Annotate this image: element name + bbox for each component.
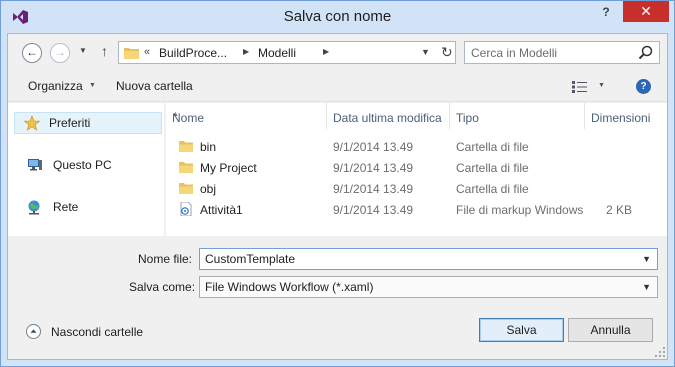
- forward-button[interactable]: →: [50, 43, 70, 63]
- nav-item-label: Questo PC: [53, 158, 112, 172]
- chevron-right-icon[interactable]: ▶: [323, 47, 329, 56]
- hide-folders-label[interactable]: Nascondi cartelle: [51, 325, 143, 339]
- column-header-type[interactable]: Tipo: [450, 103, 585, 129]
- file-list: ▲ Nome Data ultima modifica Tipo Dimensi…: [166, 103, 667, 236]
- address-overflow[interactable]: «: [144, 46, 150, 58]
- star-icon: [24, 115, 40, 131]
- address-bar[interactable]: « BuildProce... ▶ Modelli ▶ ▼ ↻: [118, 41, 456, 64]
- chevron-right-icon[interactable]: ▶: [243, 47, 249, 56]
- search-icon[interactable]: [638, 45, 653, 60]
- filename-label: Nome file:: [138, 252, 193, 266]
- save-button[interactable]: Salva: [479, 318, 564, 342]
- column-header-modified[interactable]: Data ultima modifica: [327, 103, 450, 129]
- up-button[interactable]: ↑: [101, 43, 108, 59]
- file-row[interactable]: obj 9/1/2014 13.49 Cartella di file: [166, 178, 667, 199]
- chevron-down-icon[interactable]: ▼: [642, 254, 651, 264]
- organize-button[interactable]: Organizza: [28, 79, 83, 93]
- nav-item-label: Rete: [53, 200, 79, 214]
- nav-item-rete[interactable]: Rete: [14, 196, 162, 218]
- back-button[interactable]: ←: [22, 43, 42, 63]
- navigation-bar: ← → ▼ ↑ « BuildProce... ▶ Modelli ▶ ▼ ↻ …: [8, 34, 667, 70]
- filetype-select[interactable]: File Windows Workflow (*.xaml) ▼: [199, 276, 658, 298]
- refresh-icon[interactable]: ↻: [441, 44, 453, 61]
- recent-locations-dropdown[interactable]: ▼: [79, 46, 87, 55]
- xaml-file-icon: [180, 202, 192, 216]
- column-header-size[interactable]: Dimensioni: [585, 103, 667, 129]
- command-bar: Organizza ▼ Nuova cartella ▼ ?: [8, 70, 667, 102]
- view-options-icon[interactable]: [572, 81, 588, 93]
- nav-item-preferiti[interactable]: Preferiti: [14, 112, 162, 134]
- chevron-down-icon[interactable]: ▼: [642, 282, 651, 292]
- filename-field[interactable]: CustomTemplate ▼: [199, 248, 658, 270]
- column-header-name[interactable]: ▲ Nome: [166, 103, 327, 129]
- nav-item-questo-pc[interactable]: Questo PC: [14, 154, 162, 176]
- new-folder-button[interactable]: Nuova cartella: [116, 79, 193, 93]
- resize-grip-icon[interactable]: [655, 347, 665, 357]
- help-icon[interactable]: ?: [636, 79, 651, 94]
- network-icon: [28, 200, 40, 215]
- cancel-button[interactable]: Annulla: [568, 318, 653, 342]
- breadcrumb-item[interactable]: BuildProce...: [159, 46, 227, 60]
- filetype-value: File Windows Workflow (*.xaml): [205, 280, 374, 294]
- dialog-body: ← → ▼ ↑ « BuildProce... ▶ Modelli ▶ ▼ ↻ …: [7, 33, 668, 360]
- filename-value[interactable]: CustomTemplate: [205, 252, 295, 266]
- breadcrumb-item[interactable]: Modelli: [258, 46, 296, 60]
- help-button[interactable]: ?: [593, 3, 619, 23]
- folder-icon: [179, 162, 193, 173]
- window-title: Salva con nome: [283, 8, 392, 25]
- chevron-down-icon[interactable]: ▼: [89, 82, 96, 89]
- search-placeholder: Cerca in Modelli: [471, 46, 558, 60]
- navigation-pane: Preferiti Questo PC Rete: [8, 103, 164, 236]
- title-bar: Salva con nome ? ✕: [1, 1, 674, 33]
- folder-icon: [179, 141, 193, 152]
- folder-icon: [124, 48, 139, 59]
- filetype-label: Salva come:: [129, 280, 196, 294]
- file-row[interactable]: Attività1 9/1/2014 13.49 File di markup …: [166, 199, 667, 220]
- chevron-down-icon[interactable]: ▼: [421, 47, 430, 57]
- computer-icon: [28, 159, 42, 171]
- save-as-dialog: Salva con nome ? ✕ ← → ▼ ↑ « BuildProce.…: [0, 0, 675, 367]
- file-row[interactable]: bin 9/1/2014 13.49 Cartella di file: [166, 136, 667, 157]
- close-button[interactable]: ✕: [623, 1, 669, 22]
- file-row[interactable]: My Project 9/1/2014 13.49 Cartella di fi…: [166, 157, 667, 178]
- chevron-down-icon[interactable]: ▼: [598, 82, 605, 89]
- search-input[interactable]: Cerca in Modelli: [464, 41, 660, 64]
- chevron-up-icon[interactable]: [26, 324, 41, 339]
- folder-icon: [179, 183, 193, 194]
- nav-item-label: Preferiti: [49, 116, 91, 130]
